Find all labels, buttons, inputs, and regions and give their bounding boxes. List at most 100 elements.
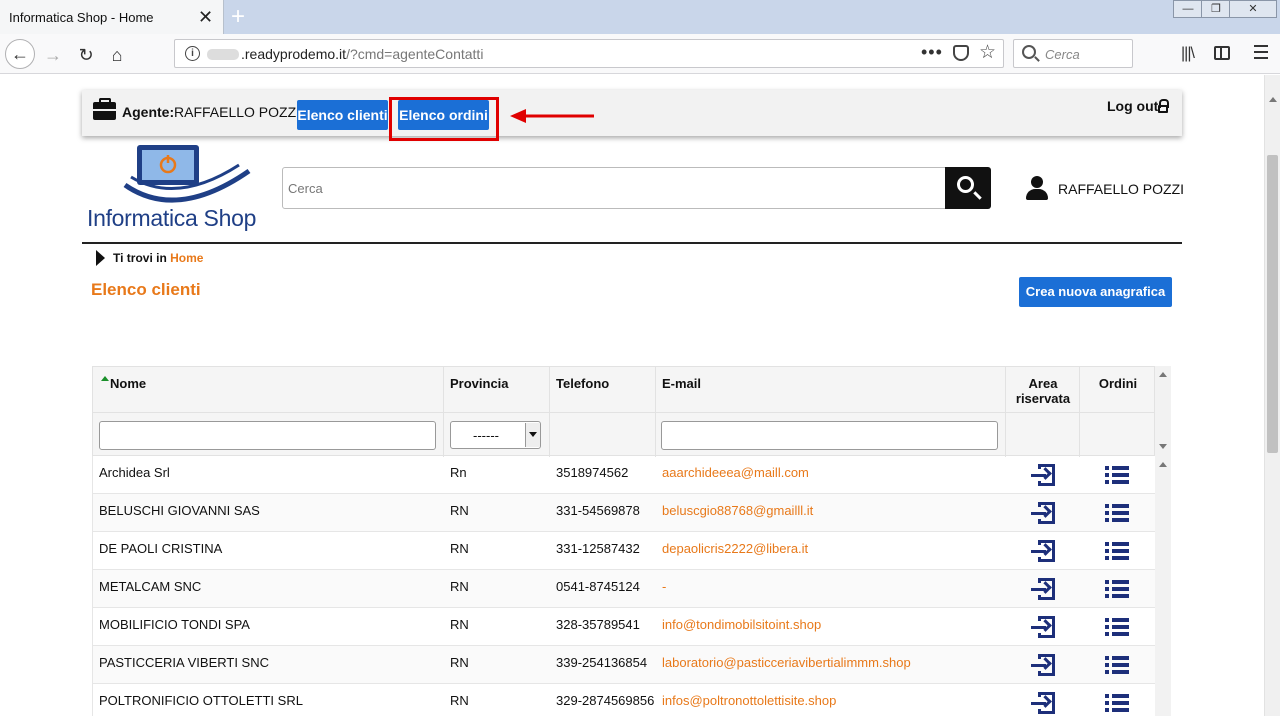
area-header-line2: riservata [1015,391,1071,406]
sign-in-icon[interactable] [1031,502,1055,524]
cell-nome: METALCAM SNC [99,579,202,594]
table-header: Nome Provincia Telefono E-mail Area rise… [92,366,1156,457]
scroll-up-icon[interactable] [1269,97,1277,102]
sort-ascending-icon[interactable] [101,376,109,381]
browser-search-bar[interactable]: Cerca [1013,39,1133,68]
table-row: Archidea Srl Rn 3518974562 aaarchideeea@mai… [92,456,1155,494]
elenco-clienti-button[interactable]: Elenco clienti [297,100,388,130]
cell-telefono: 329-2874569856 [556,693,655,708]
site-search-field[interactable]: Cerca [282,167,991,209]
orders-list-icon[interactable] [1105,580,1129,598]
agent-name: RAFFAELLO POZZI [174,104,301,120]
info-icon[interactable]: i [185,46,200,61]
table-scroll-up-icon[interactable] [1159,372,1167,377]
lock-icon[interactable] [1158,99,1169,113]
crea-nuova-anagrafica-button[interactable]: Crea nuova anagrafica [1019,277,1172,307]
page-title: Elenco clienti [91,280,201,299]
column-header-provincia[interactable]: Provincia [450,367,509,412]
page-actions-icon[interactable]: ••• [921,42,943,63]
orders-list-icon[interactable] [1105,656,1129,674]
scroll-thumb[interactable] [1267,155,1278,453]
forward-arrow-icon[interactable]: → [40,42,66,68]
orders-list-icon[interactable] [1105,618,1129,636]
hamburger-menu-icon[interactable] [1254,45,1268,63]
tab-title: Informatica Shop - Home [9,10,154,25]
url-domain: .readyprodemo.it [241,46,347,62]
site-search-button[interactable] [945,167,991,209]
pocket-icon[interactable] [953,45,969,61]
cell-provincia: RN [450,541,469,556]
breadcrumb-home-link[interactable]: Home [170,251,203,265]
logout-link[interactable]: Log out [1107,98,1158,114]
library-icon[interactable]: |||\ [1181,45,1195,63]
cell-email[interactable]: info@tondimobilsitoint.shop [662,617,821,632]
column-header-telefono[interactable]: Telefono [556,367,609,412]
cell-provincia: Rn [450,465,467,480]
cell-email[interactable]: depaolicris2222@libera.it [662,541,808,556]
home-icon[interactable]: ⌂ [104,42,130,68]
sign-in-icon[interactable] [1031,616,1055,638]
bookmark-star-icon[interactable]: ☆ [979,41,996,64]
cell-telefono: 331-12587432 [556,541,640,556]
cell-provincia: RN [450,579,469,594]
cell-email[interactable]: aaarchideeea@maill.com [662,465,809,480]
filter-provincia-value: ------ [473,428,499,443]
table-scrollbar[interactable] [1155,366,1171,716]
page-scrollbar[interactable] [1264,75,1280,716]
window-close-button[interactable]: ✕ [1229,0,1277,18]
site-logo[interactable]: Informatica Shop [87,141,267,233]
sign-in-icon[interactable] [1031,540,1055,562]
search-icon [1022,45,1036,59]
url-blurred-segment [207,49,239,60]
cell-email[interactable]: - [662,579,666,594]
user-name-link[interactable]: RAFFAELLO POZZI [1058,181,1184,197]
sidebar-toggle-icon[interactable] [1214,46,1230,60]
window-minimize-button[interactable]: — [1173,0,1203,18]
filter-nome-input[interactable] [99,421,436,450]
user-icon[interactable] [1026,176,1048,200]
cell-email[interactable]: infos@poltronottolettisite.shop [662,693,836,708]
sign-in-icon[interactable] [1031,464,1055,486]
agent-bar: Agente: RAFFAELLO POZZI Elenco clienti E… [82,90,1182,136]
filter-email-input[interactable] [661,421,998,450]
browser-tab[interactable]: Informatica Shop - Home ✕ [0,0,224,34]
column-header-area-riservata: Area riservata [1006,367,1080,412]
search-icon [957,176,974,193]
table-scroll-down-icon[interactable] [1159,444,1167,449]
page-viewport: Agente: RAFFAELLO POZZI Elenco clienti E… [0,75,1264,716]
filter-row: ------ [93,412,1156,457]
window-restore-button[interactable]: ❐ [1201,0,1231,18]
column-header-nome[interactable]: Nome [110,367,146,412]
cell-telefono: 328-35789541 [556,617,640,632]
cell-telefono: 0541-8745124 [556,579,640,594]
column-header-ordini: Ordini [1098,376,1138,391]
cell-nome: PASTICCERIA VIBERTI SNC [99,655,270,670]
cell-email[interactable]: beluscgio88768@gmailll.it [662,503,813,518]
annotation-highlight-box [389,97,499,141]
cell-telefono: 3518974562 [556,465,629,480]
column-header-email[interactable]: E-mail [662,367,701,412]
cell-telefono: 331-54569878 [556,503,640,518]
url-bar[interactable]: i .readyprodemo.it/?cmd=agenteContatti •… [174,39,1004,68]
tab-close-icon[interactable]: ✕ [198,7,213,28]
breadcrumb-arrow-icon [96,250,105,266]
orders-list-icon[interactable] [1105,504,1129,522]
briefcase-icon [93,98,116,120]
browser-navbar: ← → ↻ ⌂ i .readyprodemo.it/?cmd=agenteCo… [0,34,1280,74]
reload-icon[interactable]: ↻ [73,42,99,68]
sign-in-icon[interactable] [1031,654,1055,676]
sign-in-icon[interactable] [1031,578,1055,600]
orders-list-icon[interactable] [1105,542,1129,560]
table-row: METALCAM SNC RN 0541-8745124 - [92,570,1155,608]
orders-list-icon[interactable] [1105,466,1129,484]
chevron-down-icon[interactable] [525,423,540,447]
new-tab-icon[interactable]: + [231,3,245,31]
browser-titlebar: Informatica Shop - Home ✕ + — ❐ ✕ [0,0,1280,34]
cell-provincia: RN [450,693,469,708]
orders-list-icon[interactable] [1105,694,1129,712]
cell-email[interactable]: laboratorio@pasticceriavibertialimmm.sho… [662,655,911,670]
sign-in-icon[interactable] [1031,692,1055,714]
table-body-scroll-up-icon[interactable] [1159,462,1167,467]
filter-provincia-select[interactable]: ------ [450,421,541,449]
back-arrow-icon[interactable]: ← [5,39,35,69]
